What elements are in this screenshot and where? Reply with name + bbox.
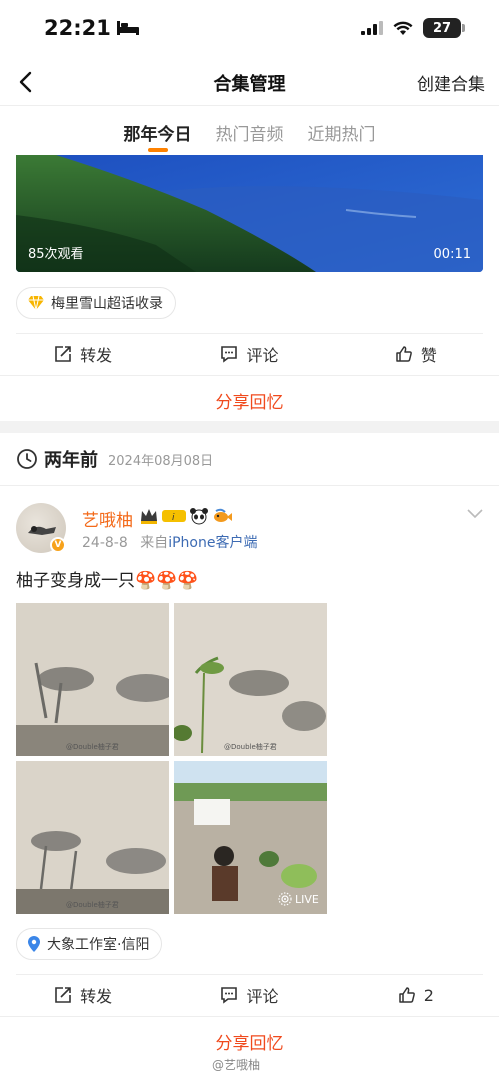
repost-icon <box>55 346 71 362</box>
share-memory-button[interactable]: 分享回忆 <box>0 1029 499 1054</box>
share-memory-button[interactable]: 分享回忆 <box>0 388 499 413</box>
diamond-icon <box>28 295 44 311</box>
live-photo-badge: LIVE <box>278 892 319 906</box>
repost-button[interactable]: 转发 <box>0 974 166 1016</box>
like-button[interactable]: 赞 <box>333 333 499 375</box>
level-badge-icon: i <box>162 510 186 523</box>
nav-bar: 合集管理 创建合集 <box>0 58 499 106</box>
comment-icon <box>221 987 238 1004</box>
thumbs-up-icon <box>396 346 412 362</box>
section-gap <box>0 421 499 433</box>
post-from-label: 来自 <box>140 535 169 551</box>
live-icon <box>278 892 292 906</box>
verified-badge: V <box>50 537 66 553</box>
tab-on-this-day[interactable]: 那年今日 <box>124 110 192 154</box>
post-date: 24-8-8 <box>82 535 128 551</box>
section-title: 两年前 <box>44 450 98 471</box>
comment-icon <box>221 346 238 363</box>
chevron-down-icon[interactable] <box>466 508 484 520</box>
post-meta: 24-8-8 来自iPhone客户端 <box>82 532 257 552</box>
footer-watermark: @艺哦柚 <box>212 1058 261 1072</box>
post2-action-bar: 转发 评论 2 <box>0 974 499 1016</box>
comment-button[interactable]: 评论 <box>166 974 332 1016</box>
post-photo-1[interactable]: @Double柚子君 <box>16 603 169 756</box>
divider <box>0 485 499 486</box>
wifi-icon <box>393 21 413 35</box>
video-thumbnail[interactable]: 85次观看 00:11 <box>16 155 483 272</box>
panda-icon <box>190 508 208 525</box>
photo-watermark: @Double柚子君 <box>224 743 277 751</box>
tab-bar: 那年今日 热门音频 近期热门 <box>0 110 499 154</box>
topic-chip-label: 梅里雪山超话收录 <box>51 296 163 312</box>
status-time: 22:21 <box>44 16 139 40</box>
repost-button[interactable]: 转发 <box>0 333 166 375</box>
battery-indicator: 27 <box>423 18 465 38</box>
divider <box>0 375 499 376</box>
bed-icon <box>116 21 139 35</box>
photo-watermark: @Double柚子君 <box>66 743 119 751</box>
repost-icon <box>55 987 71 1003</box>
location-pin-icon <box>28 936 40 952</box>
comment-button[interactable]: 评论 <box>166 333 332 375</box>
create-collection-button[interactable]: 创建合集 <box>417 70 485 95</box>
signal-icon <box>361 21 383 35</box>
mountain-landscape-image <box>16 155 483 272</box>
post-username[interactable]: 艺哦柚 <box>82 506 133 531</box>
video-duration: 00:11 <box>433 247 471 262</box>
tab-hot-audio[interactable]: 热门音频 <box>216 110 284 154</box>
clock-icon <box>17 449 37 469</box>
tab-recent-hot[interactable]: 近期热门 <box>308 110 376 154</box>
like-count: 2 <box>423 985 434 1005</box>
plant-shadow-photo-image <box>174 603 327 756</box>
section-date: 2024年08月08日 <box>108 453 214 469</box>
topic-chip[interactable]: 梅里雪山超话收录 <box>16 287 176 319</box>
post1-action-bar: 转发 评论 赞 <box>0 333 499 375</box>
status-bar: 22:21 27 <box>0 0 499 58</box>
divider <box>0 1016 499 1017</box>
crown-icon <box>141 509 157 524</box>
shadow-photo-image <box>16 761 169 914</box>
fish-icon <box>214 508 232 522</box>
post-photo-4-live[interactable]: LIVE <box>174 761 327 914</box>
location-chip[interactable]: 大象工作室·信阳 <box>16 928 163 960</box>
section-header: 两年前 2024年08月08日 <box>16 446 213 472</box>
thumbs-up-icon <box>398 987 415 1003</box>
post-text: 柚子变身成一只🍄🍄🍄 <box>16 571 199 591</box>
post-photo-2[interactable]: @Double柚子君 <box>174 603 327 756</box>
like-button[interactable]: 2 <box>333 974 499 1016</box>
shadow-photo-image <box>16 603 169 756</box>
video-view-count: 85次观看 <box>28 247 84 262</box>
post-photo-3[interactable]: @Double柚子君 <box>16 761 169 914</box>
user-badges: i <box>139 507 232 525</box>
post-source-link[interactable]: iPhone客户端 <box>168 535 257 551</box>
photo-watermark: @Double柚子君 <box>66 901 119 909</box>
location-chip-label: 大象工作室·信阳 <box>47 937 150 953</box>
